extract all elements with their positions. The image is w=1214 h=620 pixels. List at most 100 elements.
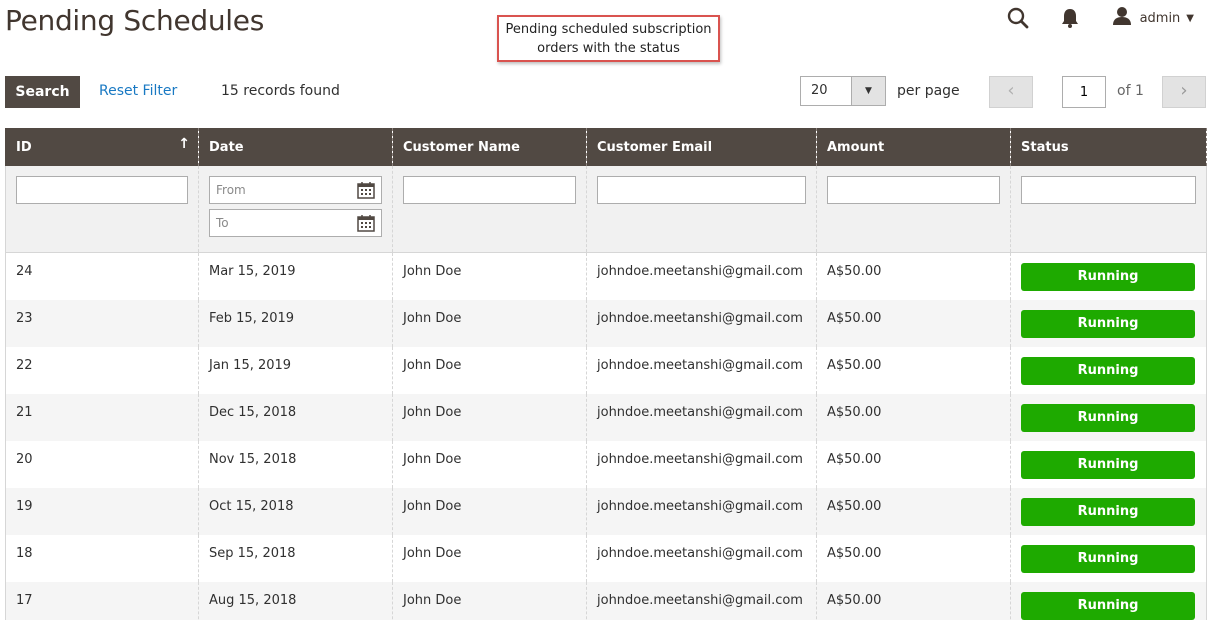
date-to-placeholder: To — [216, 216, 229, 230]
cell-amount: A$50.00 — [816, 393, 1011, 441]
page-number-input[interactable] — [1062, 76, 1106, 108]
cell-id: 20 — [5, 440, 199, 488]
date-from-placeholder: From — [216, 183, 246, 197]
cell-date: Mar 15, 2019 — [198, 252, 393, 300]
records-count: 15 records found — [221, 83, 340, 99]
chevron-down-icon[interactable]: ▼ — [851, 77, 885, 105]
cell-status: Running — [1010, 299, 1207, 347]
cell-id: 19 — [5, 487, 199, 535]
cell-status: Running — [1010, 581, 1207, 620]
cell-date: Dec 15, 2018 — [198, 393, 393, 441]
page-total: of 1 — [1117, 83, 1144, 99]
cell-id: 23 — [5, 299, 199, 347]
status-badge: Running — [1021, 403, 1195, 432]
cell-customer-email: johndoe.meetanshi@gmail.com — [586, 346, 817, 394]
cell-customer-email: johndoe.meetanshi@gmail.com — [586, 440, 817, 488]
cell-customer-name: John Doe — [392, 440, 587, 488]
cell-date: Oct 15, 2018 — [198, 487, 393, 535]
filter-amount-input[interactable] — [827, 176, 1000, 204]
chevron-left-icon: ‹ — [1007, 80, 1015, 101]
sort-arrow-up-icon: ↑ — [178, 136, 190, 152]
cell-customer-name: John Doe — [392, 581, 587, 620]
search-button[interactable]: Search — [5, 76, 80, 108]
cell-id: 18 — [5, 534, 199, 582]
status-badge: Running — [1021, 309, 1195, 338]
status-badge: Running — [1021, 263, 1195, 291]
status-badge: Running — [1021, 497, 1195, 526]
cell-customer-name: John Doe — [392, 393, 587, 441]
table-row[interactable]: 19 Oct 15, 2018 John Doe johndoe.meetanshi@… — [5, 487, 1207, 535]
filter-date-to[interactable]: To — [209, 209, 382, 237]
column-header-customer-email[interactable]: Customer Email — [586, 128, 817, 166]
cell-amount: A$50.00 — [816, 252, 1011, 300]
schedules-grid: ID ↑ Date Customer Name Customer Email Am… — [5, 128, 1207, 620]
table-row[interactable]: 22 Jan 15, 2019 John Doe johndoe.meetanshi@… — [5, 346, 1207, 394]
page-title: Pending Schedules — [5, 4, 264, 37]
cell-date: Sep 15, 2018 — [198, 534, 393, 582]
callout-line-1: Pending scheduled subscription — [505, 22, 712, 37]
cell-amount: A$50.00 — [816, 487, 1011, 535]
annotation-callout: Pending scheduled subscription orders wi… — [497, 15, 720, 62]
grid-toolbar: Search Reset Filter 15 records found 20 … — [5, 76, 1206, 108]
table-row[interactable]: 23 Feb 15, 2019 John Doe johndoe.meetanshi@… — [5, 299, 1207, 347]
column-header-status[interactable]: Status — [1010, 128, 1207, 166]
cell-date: Nov 15, 2018 — [198, 440, 393, 488]
reset-filter-link[interactable]: Reset Filter — [99, 83, 177, 99]
cell-status: Running — [1010, 346, 1207, 394]
user-menu[interactable]: admin ▼ — [1112, 6, 1194, 30]
per-page-value: 20 — [811, 83, 828, 98]
cell-amount: A$50.00 — [816, 299, 1011, 347]
cell-customer-name: John Doe — [392, 252, 587, 300]
next-page-button[interactable]: › — [1162, 76, 1206, 108]
filter-date-from[interactable]: From — [209, 176, 382, 204]
column-header-id[interactable]: ID ↑ — [5, 128, 199, 166]
filter-status-input[interactable] — [1021, 176, 1196, 204]
cell-id: 21 — [5, 393, 199, 441]
cell-status: Running — [1010, 534, 1207, 582]
cell-id: 22 — [5, 346, 199, 394]
status-badge: Running — [1021, 356, 1195, 385]
cell-amount: A$50.00 — [816, 346, 1011, 394]
cell-status: Running — [1010, 440, 1207, 488]
table-row[interactable]: 21 Dec 15, 2018 John Doe johndoe.meetanshi@… — [5, 393, 1207, 441]
filter-customer-name-input[interactable] — [403, 176, 576, 204]
table-row[interactable]: 24 Mar 15, 2019 John Doe johndoe.meetanshi@… — [5, 252, 1207, 300]
user-name: admin — [1139, 10, 1181, 26]
per-page-select[interactable]: 20 ▼ — [800, 76, 886, 106]
cell-customer-name: John Doe — [392, 534, 587, 582]
column-header-amount[interactable]: Amount — [816, 128, 1011, 166]
calendar-icon[interactable] — [357, 181, 375, 199]
table-row[interactable]: 18 Sep 15, 2018 John Doe johndoe.meetanshi@… — [5, 534, 1207, 582]
cell-status: Running — [1010, 252, 1207, 300]
cell-id: 17 — [5, 581, 199, 620]
calendar-icon[interactable] — [357, 214, 375, 232]
cell-customer-name: John Doe — [392, 299, 587, 347]
per-page-label: per page — [897, 83, 960, 99]
column-header-date[interactable]: Date — [198, 128, 393, 166]
cell-status: Running — [1010, 393, 1207, 441]
prev-page-button[interactable]: ‹ — [989, 76, 1033, 108]
cell-customer-email: johndoe.meetanshi@gmail.com — [586, 299, 817, 347]
table-row[interactable]: 20 Nov 15, 2018 John Doe johndoe.meetanshi@… — [5, 440, 1207, 488]
bell-icon[interactable] — [1060, 7, 1080, 29]
header-actions: admin ▼ — [1006, 6, 1194, 30]
cell-date: Aug 15, 2018 — [198, 581, 393, 620]
column-header-customer-name[interactable]: Customer Name — [392, 128, 587, 166]
filter-customer-email-input[interactable] — [597, 176, 806, 204]
cell-date: Feb 15, 2019 — [198, 299, 393, 347]
chevron-down-icon: ▼ — [1186, 12, 1194, 24]
cell-amount: A$50.00 — [816, 534, 1011, 582]
callout-line-2: orders with the status — [537, 41, 680, 56]
cell-customer-email: johndoe.meetanshi@gmail.com — [586, 393, 817, 441]
cell-amount: A$50.00 — [816, 440, 1011, 488]
status-badge: Running — [1021, 591, 1195, 620]
chevron-right-icon: › — [1180, 80, 1188, 101]
cell-customer-email: johndoe.meetanshi@gmail.com — [586, 581, 817, 620]
filter-row: From To — [5, 166, 1207, 253]
cell-amount: A$50.00 — [816, 581, 1011, 620]
filter-id-input[interactable] — [16, 176, 188, 204]
search-icon[interactable] — [1006, 6, 1030, 30]
cell-customer-name: John Doe — [392, 487, 587, 535]
cell-date: Jan 15, 2019 — [198, 346, 393, 394]
table-row[interactable]: 17 Aug 15, 2018 John Doe johndoe.meetanshi@… — [5, 581, 1207, 620]
